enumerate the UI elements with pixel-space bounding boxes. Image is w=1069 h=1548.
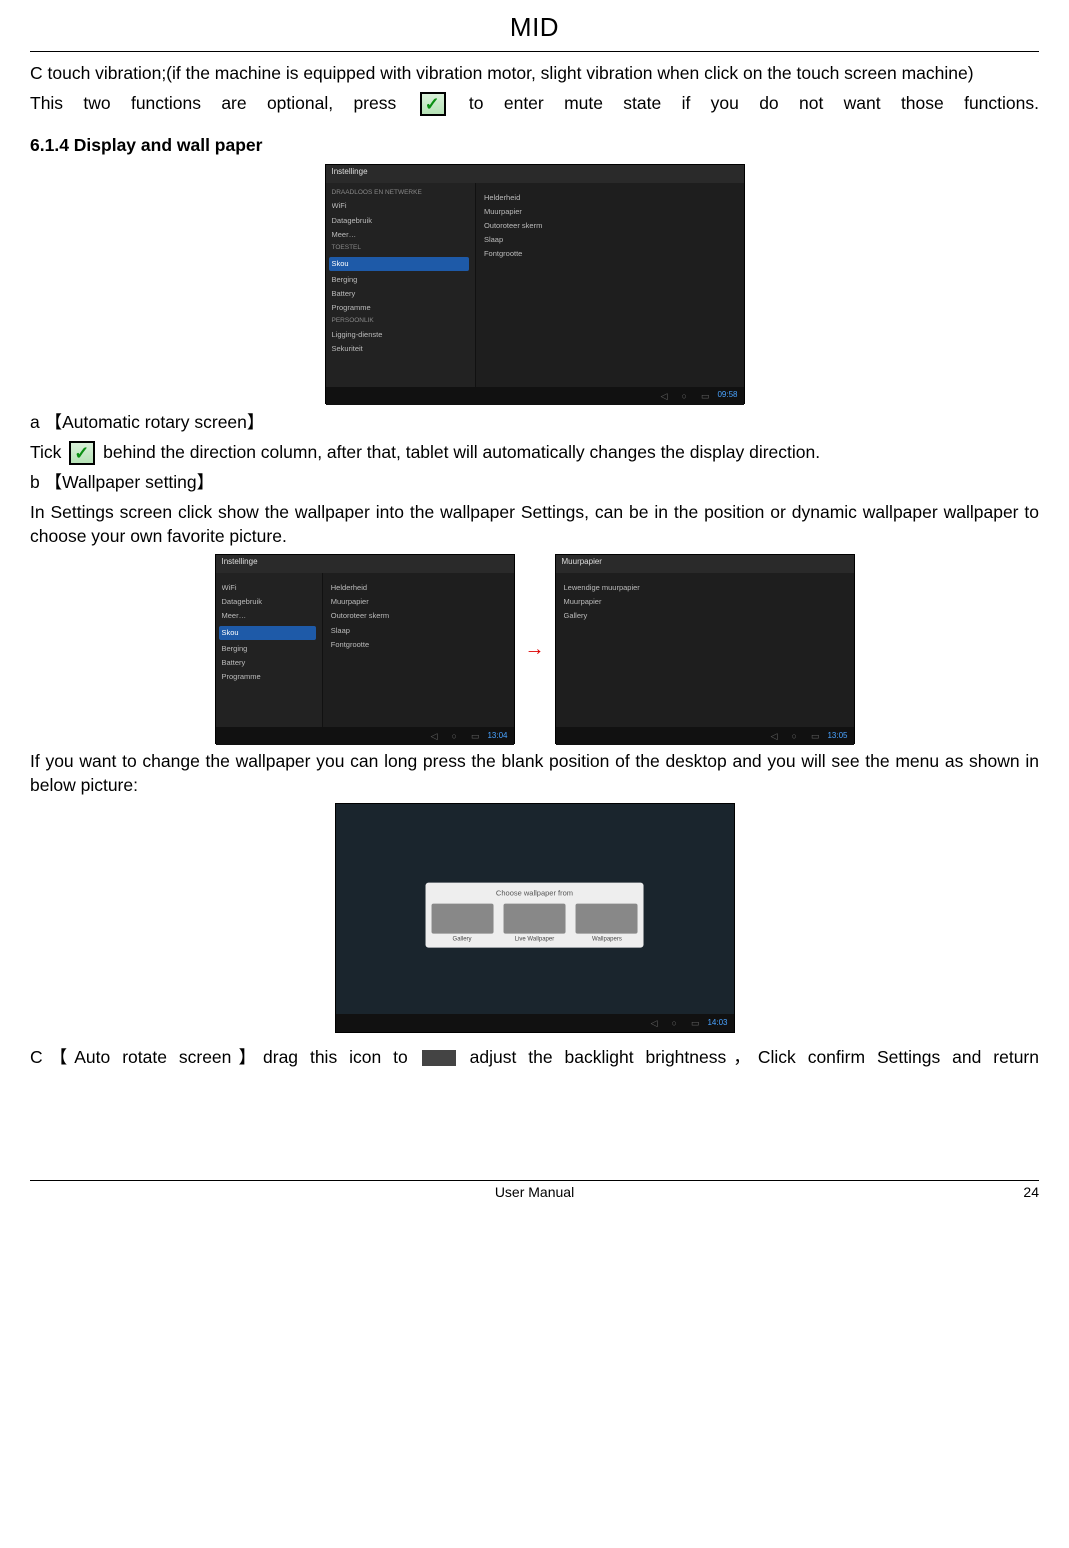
main-item: Outoroteer skerm [484,221,736,231]
wallpaper-longpress-desc: If you want to change the wallpaper you … [30,750,1039,797]
side-item: Programme [332,303,469,313]
clock-text: 09:58 [717,390,737,401]
main-item: Slaap [331,626,506,636]
header-rule-1 [30,51,1039,52]
footer-center: User Manual [70,1183,999,1202]
side-item: Sekuriteit [332,344,469,354]
side-item: Datagebruik [222,597,316,607]
wallpaper-label: b 【Wallpaper setting】 [30,471,1039,495]
checkbox-icon [420,92,446,116]
intro-p1: C touch vibration;(if the machine is equ… [30,62,1039,86]
auto-c-line: C【Auto rotate screen】drag this icon to a… [30,1046,1039,1070]
side-item-highlight: Skou [329,257,469,271]
clock-text: 13:04 [487,731,507,742]
tablet-title: Instellinge [216,555,514,573]
side-item: Datagebruik [332,216,469,226]
intro-p2: This two functions are optional, press t… [30,92,1039,116]
main-item: Slaap [484,235,736,245]
side-label-3: PERSOONLIK [332,317,469,326]
auto-c-b: adjust the backlight brightness，Click co… [470,1047,1039,1067]
main-item: Outoroteer skerm [331,611,506,621]
side-item: Battery [222,658,316,668]
arrow-right-icon: → [525,636,545,663]
clock-text: 13:05 [827,731,847,742]
side-item: Meer… [332,230,469,240]
auto-rotate-desc: Tick behind the direction column, after … [30,441,1039,465]
main-item: Fontgrootte [484,249,736,259]
side-item-highlight: Skou [219,626,316,640]
side-item: Programme [222,672,316,682]
side-item: WiFi [332,201,469,211]
tablet-title: Muurpapier [556,555,854,573]
side-label-1: DRAADLOOS EN NETWERKE [332,189,469,198]
side-item: Meer… [222,611,316,621]
slider-icon [422,1050,456,1066]
list-item: Gallery [564,611,846,621]
main-item: Muurpapier [484,207,736,217]
main-item: Fontgrootte [331,640,506,650]
intro-p2b: to enter mute state if you do not want t… [469,93,1039,113]
list-item: Muurpapier [564,597,846,607]
figure-display-settings: Instellinge DRAADLOOS EN NETWERKE WiFi D… [30,164,1039,406]
main-item: Helderheid [331,583,506,593]
side-item: Ligging-dienste [332,330,469,340]
side-item: Berging [332,275,469,285]
clock-text: 14:03 [707,1018,727,1029]
list-item: Lewendige muurpapier [564,583,846,593]
side-item: Battery [332,289,469,299]
chooser-opt: Gallery [431,935,493,943]
main-item: Helderheid [484,193,736,203]
chooser-opt: Live Wallpaper [503,935,565,943]
figure-wallpaper-chooser: Choose wallpaper from Gallery Live Wallp… [30,803,1039,1040]
page-header-title: MID [30,10,1039,45]
auto-rotate-b: behind the direction column, after that,… [103,442,820,462]
figure-wallpaper-flow: Instellinge WiFi Datagebruik Meer… Skou … [30,554,1039,744]
chooser-opt: Wallpapers [576,935,638,943]
auto-rotate-a: Tick [30,442,66,462]
intro-p2a: This two functions are optional, press [30,93,417,113]
side-item: Berging [222,644,316,654]
checkbox-icon [69,441,95,465]
footer-page-number: 24 [999,1183,1039,1202]
auto-rotate-label: a 【Automatic rotary screen】 [30,411,1039,435]
side-label-2: TOESTEL [332,244,469,253]
chooser-title: Choose wallpaper from [431,889,638,899]
tablet-title: Instellinge [326,165,744,183]
side-item: WiFi [222,583,316,593]
main-item: Muurpapier [331,597,506,607]
section-614-heading: 6.1.4 Display and wall paper [30,134,1039,158]
wallpaper-desc: In Settings screen click show the wallpa… [30,501,1039,548]
auto-c-a: C【Auto rotate screen】drag this icon to [30,1047,420,1067]
